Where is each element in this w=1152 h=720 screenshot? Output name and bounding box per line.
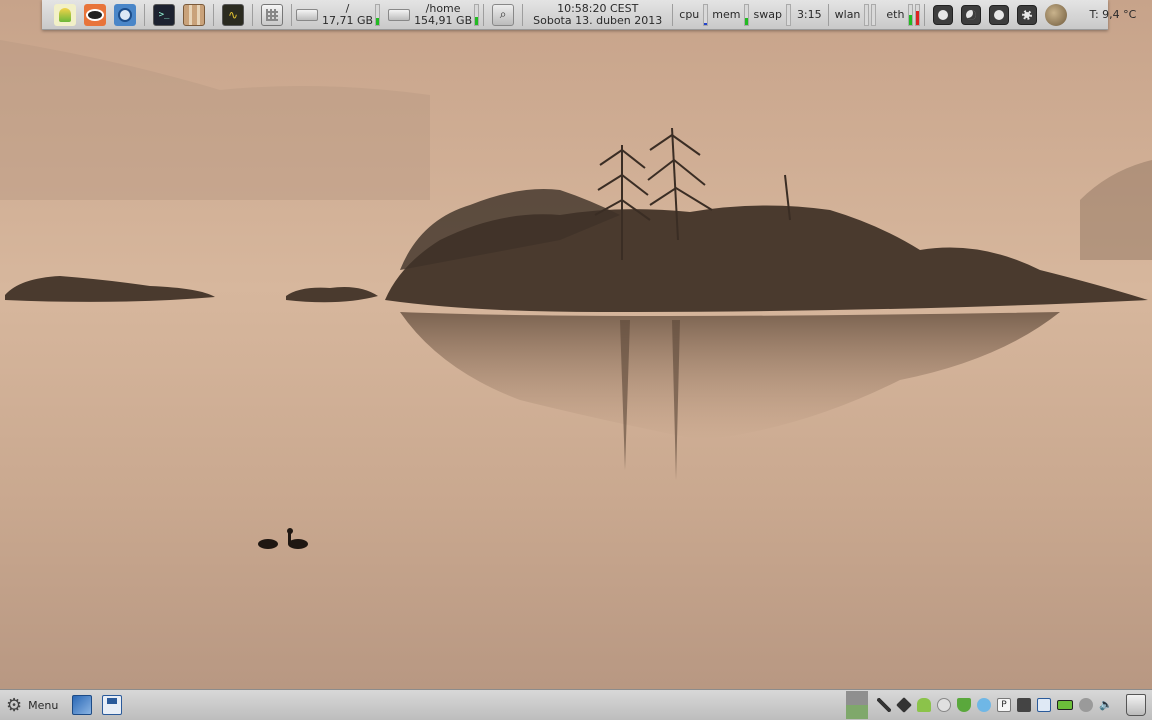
image-editor-task[interactable] xyxy=(72,695,93,715)
browser-launcher[interactable] xyxy=(114,3,136,26)
separator xyxy=(522,3,524,26)
gear-icon: ⚙ xyxy=(6,694,23,716)
browser-icon xyxy=(118,7,132,22)
eye-viewer-launcher[interactable] xyxy=(84,3,106,26)
disk-root-mount: / xyxy=(345,1,350,15)
eth-tx-bar xyxy=(915,3,921,26)
eth-rx-bar xyxy=(908,3,914,26)
disk-home-monitor[interactable]: /home 154,91 GB xyxy=(388,1,480,27)
search-icon: ⌕ xyxy=(499,7,507,21)
file-manager-launcher[interactable] xyxy=(183,3,205,26)
separator xyxy=(924,3,926,26)
power-button[interactable] xyxy=(933,4,954,25)
dropbox-icon[interactable] xyxy=(896,697,912,713)
pen-icon[interactable] xyxy=(877,698,891,712)
circle-icon[interactable] xyxy=(937,698,951,712)
temperature: T: 9,4 °C xyxy=(1089,8,1137,21)
separator xyxy=(291,3,292,26)
wlan-rx-bar xyxy=(864,3,870,26)
settings-button[interactable] xyxy=(1017,4,1038,25)
floppy-save-task-icon xyxy=(107,698,118,704)
workspace-2[interactable] xyxy=(846,705,868,719)
system-monitor-launcher[interactable]: ∿ xyxy=(222,3,244,26)
separator xyxy=(672,3,674,26)
system-tray: P 🔈 xyxy=(846,690,1152,720)
uptime: 3:15 xyxy=(796,8,822,21)
clipboard-icon[interactable] xyxy=(1017,698,1031,712)
disk-root-monitor[interactable]: / 17,71 GB xyxy=(296,1,381,27)
calculator-icon xyxy=(266,8,278,21)
keyboard-icon[interactable] xyxy=(1079,698,1093,712)
disk-home-usage-bar xyxy=(474,3,480,26)
top-panel: >_ ∿ / 17,71 GB /home 154,91 GB ⌕ 10:58:… xyxy=(42,0,1136,30)
disk-home-mount: /home xyxy=(425,1,461,15)
terminal-icon: >_ xyxy=(158,9,170,20)
clock-time: 10:58:20 CEST xyxy=(557,1,639,15)
wlan-label: wlan xyxy=(834,8,861,21)
power-icon xyxy=(938,9,949,20)
eye-viewer-icon xyxy=(86,8,104,21)
workspace-1[interactable] xyxy=(846,691,868,705)
system-monitor-icon: ∿ xyxy=(227,7,239,22)
wlan-tx-bar xyxy=(871,3,877,26)
mem-usage-bar xyxy=(744,3,750,26)
swap-label: swap xyxy=(753,8,782,21)
separator xyxy=(252,3,253,26)
desktop-wallpaper xyxy=(0,0,1152,720)
settings-icon xyxy=(1022,9,1033,20)
terminal-launcher[interactable]: >_ xyxy=(153,3,175,26)
separator xyxy=(144,3,145,26)
disk-home-size: 154,91 GB xyxy=(414,13,473,27)
hard-drive-icon xyxy=(296,8,318,21)
disk-root-usage-bar xyxy=(375,3,381,26)
separator xyxy=(827,3,829,26)
clock[interactable]: 10:58:20 CEST Sobota 13. duben 2013 xyxy=(533,1,663,27)
cpu-usage-bar xyxy=(703,3,709,26)
p-icon[interactable]: P xyxy=(997,698,1011,712)
record-button[interactable] xyxy=(989,4,1010,25)
android-icon[interactable] xyxy=(917,698,931,712)
record-icon xyxy=(994,9,1005,20)
night-mode-button[interactable] xyxy=(961,4,982,25)
separator xyxy=(213,3,214,26)
clock-date: Sobota 13. duben 2013 xyxy=(533,13,663,27)
trash-icon[interactable] xyxy=(1126,694,1146,716)
disk-root-size: 17,71 GB xyxy=(322,13,374,27)
menu-label: Menu xyxy=(28,698,59,712)
calculator-launcher[interactable] xyxy=(261,3,283,26)
bottom-panel: ⚙ Menu P 🔈 xyxy=(0,689,1152,720)
eth-label: eth xyxy=(886,8,905,21)
bird-icon[interactable] xyxy=(977,698,991,712)
search-launcher[interactable]: ⌕ xyxy=(492,3,515,26)
swap-usage-bar xyxy=(785,3,791,26)
cpu-label: cpu xyxy=(679,8,700,21)
battery-icon[interactable] xyxy=(1057,700,1073,710)
floppy-save-task[interactable] xyxy=(102,695,123,715)
separator xyxy=(483,3,485,26)
workspace-switcher[interactable] xyxy=(846,691,868,719)
hard-drive-icon xyxy=(388,8,411,21)
menu-button[interactable]: ⚙ Menu xyxy=(0,690,64,720)
network-icon[interactable] xyxy=(1037,698,1051,712)
user-launcher[interactable] xyxy=(54,3,76,26)
shield-check-icon[interactable] xyxy=(957,698,971,712)
user-icon xyxy=(59,7,71,22)
weather-widget[interactable] xyxy=(1045,3,1068,26)
mem-label: mem xyxy=(712,8,741,21)
volume-icon[interactable]: 🔈 xyxy=(1099,698,1113,712)
night-mode-icon xyxy=(966,9,977,20)
